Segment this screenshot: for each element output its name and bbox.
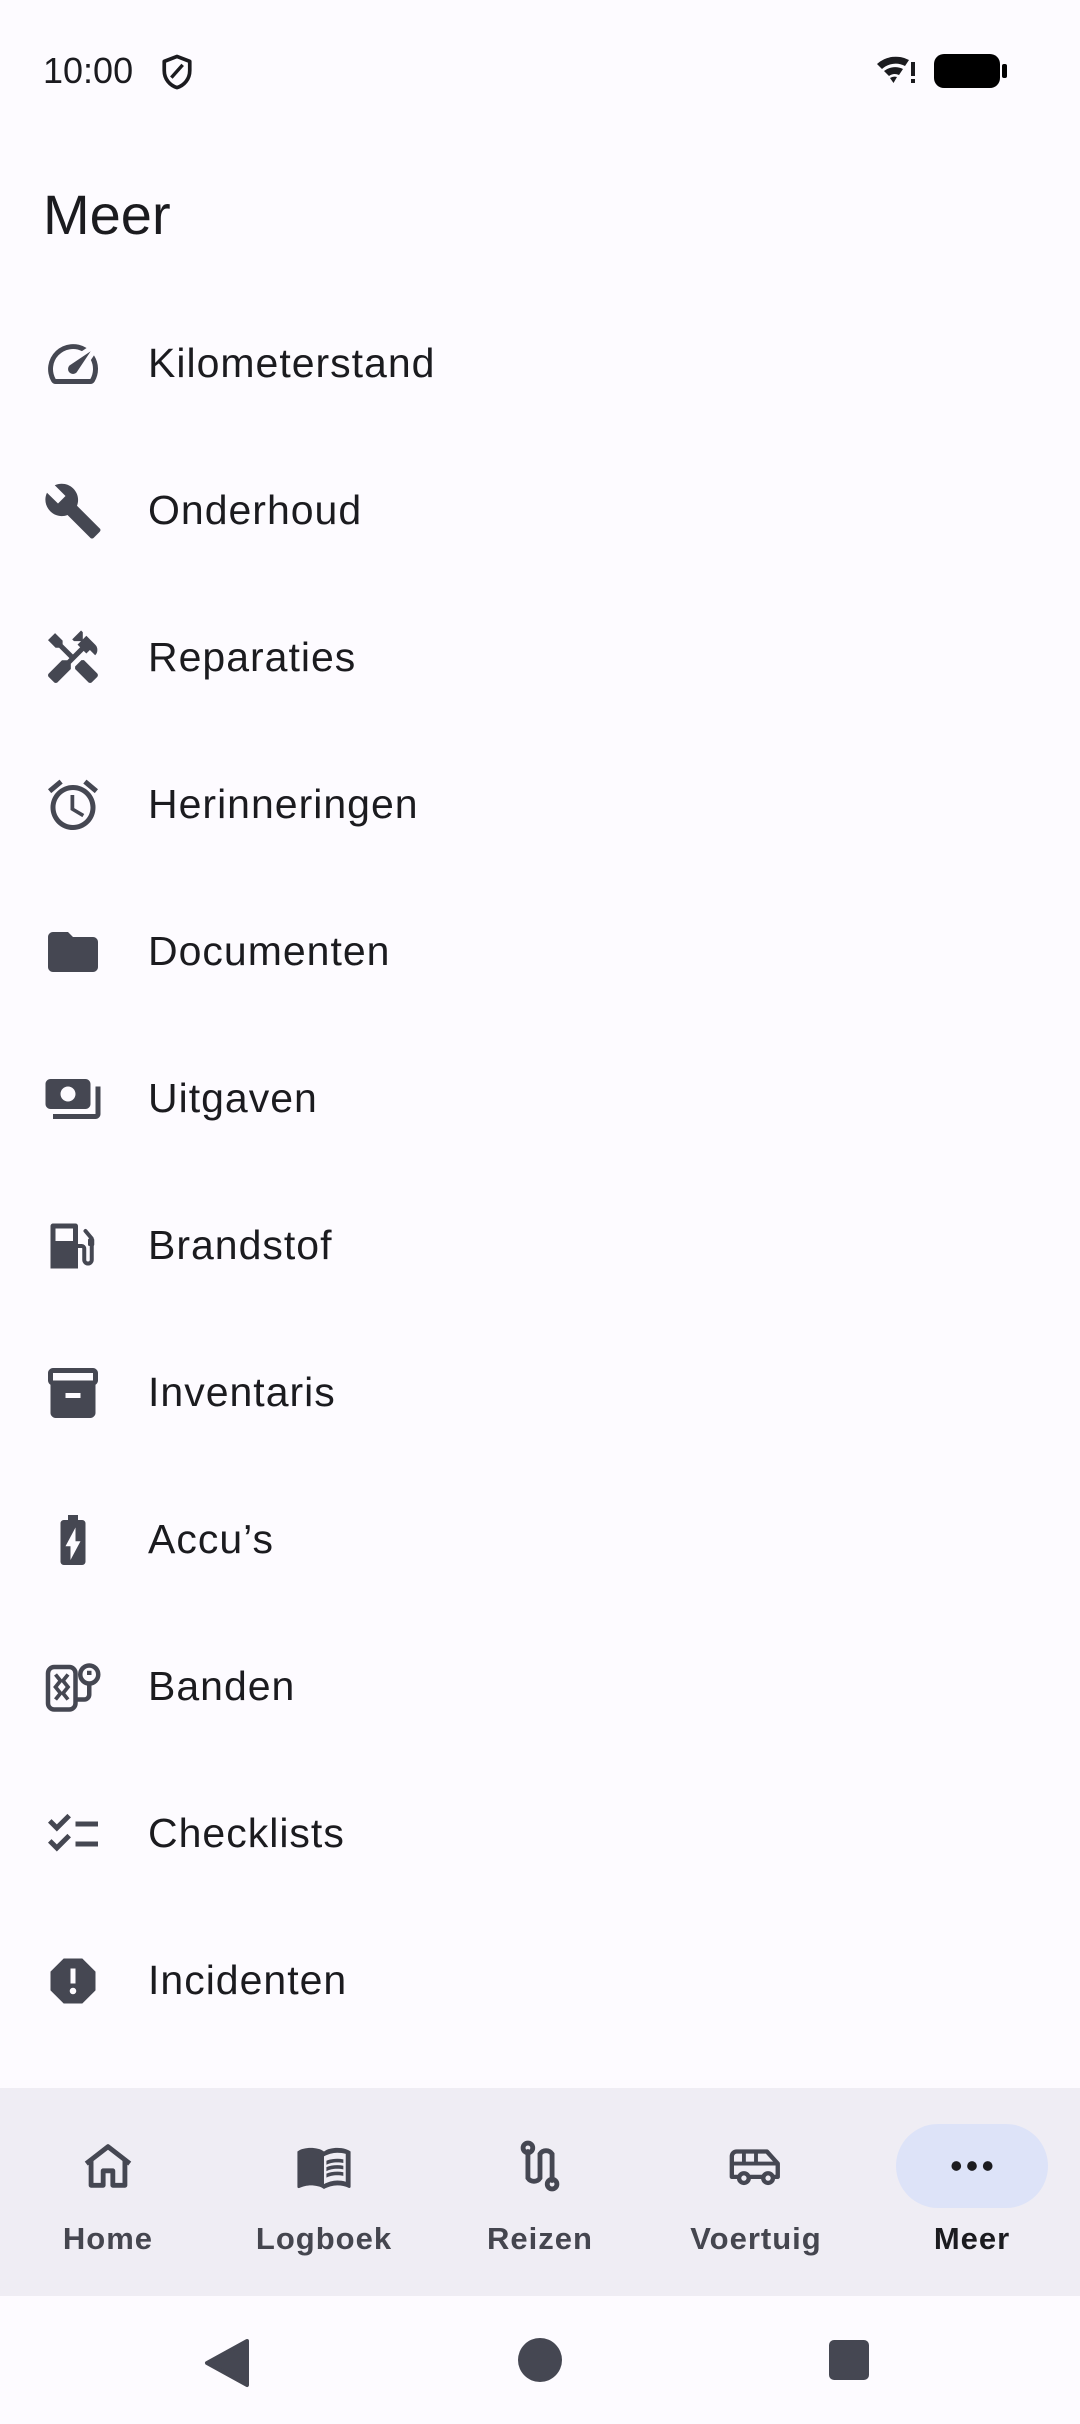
route-icon <box>520 2140 560 2192</box>
nav-indicator <box>32 2124 184 2208</box>
nav-label: Meer <box>933 2221 1011 2256</box>
menu-item-label: Banden <box>148 1663 296 1709</box>
nav-item-meer[interactable]: Meer <box>864 2088 1080 2296</box>
payments-icon <box>43 1069 103 1129</box>
folder-icon <box>43 922 103 982</box>
nav-label: Home <box>62 2221 154 2256</box>
nav-item-voertuig[interactable]: Voertuig <box>648 2088 864 2296</box>
speedometer-icon <box>43 334 103 394</box>
van-icon <box>729 2149 780 2186</box>
wifi-icon <box>877 56 915 83</box>
menu-item-onderhoud[interactable]: Onderhoud <box>0 437 1080 584</box>
tools-icon <box>43 628 103 688</box>
battery-charging-icon <box>43 1510 103 1570</box>
shield-icon <box>162 54 192 90</box>
nav-indicator <box>680 2124 832 2208</box>
fuel-icon <box>43 1216 103 1276</box>
menu-item-brandstof[interactable]: Brandstof <box>0 1172 1080 1319</box>
nav-indicator <box>896 2124 1048 2208</box>
menu-item-label: Reparaties <box>148 634 357 680</box>
menu-item-incidenten[interactable]: Incidenten <box>0 1907 1080 2054</box>
menu-item-label: Kilometerstand <box>148 340 436 386</box>
menu-item-banden[interactable]: Banden <box>0 1613 1080 1760</box>
nav-label: Logboek <box>255 2221 393 2256</box>
menu-item-reparaties[interactable]: Reparaties <box>0 584 1080 731</box>
menu-item-label: Herinneringen <box>148 781 419 827</box>
menu-item-label: Onderhoud <box>148 487 363 533</box>
book-icon <box>297 2147 351 2189</box>
status-time: 10:00 <box>43 50 134 91</box>
menu-item-documenten[interactable]: Documenten <box>0 878 1080 1025</box>
menu-item-label: Documenten <box>148 928 391 974</box>
menu-item-label: Checklists <box>148 1810 345 1856</box>
home-button-icon[interactable] <box>516 2336 564 2384</box>
menu-item-label: Brandstof <box>148 1222 333 1268</box>
nav-label: Reizen <box>487 2221 593 2256</box>
archive-icon <box>43 1363 103 1423</box>
checklist-icon <box>43 1804 103 1864</box>
home-icon <box>84 2144 132 2188</box>
alarm-icon <box>43 775 103 835</box>
more-icon <box>951 2161 993 2171</box>
nav-indicator <box>464 2124 616 2208</box>
bottom-navigation: Home Logboek Reizen Voertuig Meer <box>0 2088 1080 2296</box>
menu-item-accus[interactable]: Accu’s <box>0 1466 1080 1613</box>
menu-item-checklists[interactable]: Checklists <box>0 1760 1080 1907</box>
menu-item-kilometerstand[interactable]: Kilometerstand <box>0 290 1080 437</box>
menu-item-herinneringen[interactable]: Herinneringen <box>0 731 1080 878</box>
menu-item-inventaris[interactable]: Inventaris <box>0 1319 1080 1466</box>
battery-icon <box>934 54 1007 88</box>
wrench-icon <box>43 481 103 541</box>
nav-item-home[interactable]: Home <box>0 2088 216 2296</box>
menu-item-label: Uitgaven <box>148 1075 318 1121</box>
recents-icon[interactable] <box>828 2339 870 2381</box>
tire-icon <box>43 1657 103 1717</box>
menu-list: Kilometerstand Onderhoud Reparaties Heri… <box>0 290 1080 2054</box>
nav-item-logboek[interactable]: Logboek <box>216 2088 432 2296</box>
nav-item-reizen[interactable]: Reizen <box>432 2088 648 2296</box>
menu-item-label: Incidenten <box>148 1957 348 2003</box>
menu-item-label: Inventaris <box>148 1369 336 1415</box>
back-icon[interactable] <box>203 2337 251 2389</box>
nav-label: Voertuig <box>690 2221 822 2256</box>
page-title: Meer <box>43 183 171 246</box>
report-icon <box>43 1951 103 2011</box>
nav-indicator <box>248 2124 400 2208</box>
menu-item-label: Accu’s <box>148 1516 275 1562</box>
menu-item-uitgaven[interactable]: Uitgaven <box>0 1025 1080 1172</box>
status-bar: 10:00 <box>0 0 1080 140</box>
